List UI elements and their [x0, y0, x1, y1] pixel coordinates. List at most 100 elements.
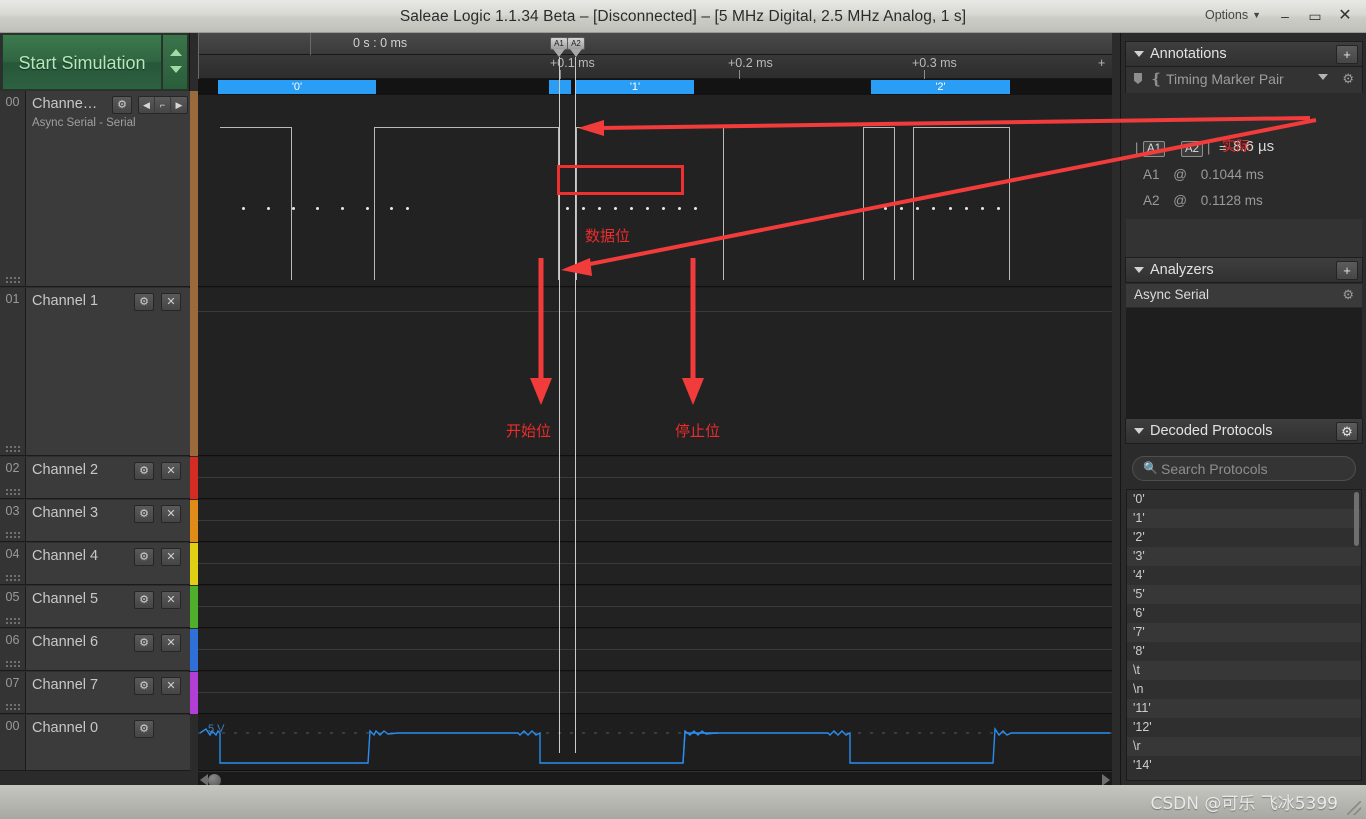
collapse-triangle-icon[interactable]	[1134, 428, 1144, 434]
channel-row-analog-00[interactable]: 00 Channel 0 ⚙	[0, 715, 190, 771]
list-item[interactable]: '1'	[1127, 509, 1361, 528]
channel-close-icon[interactable]: ✕	[161, 293, 181, 311]
list-item[interactable]: \t	[1127, 661, 1361, 680]
list-item[interactable]: '0'	[1127, 490, 1361, 509]
spinner-up-icon[interactable]	[170, 49, 182, 56]
drag-grip-icon[interactable]	[5, 617, 21, 624]
channel-close-icon[interactable]: ✕	[161, 677, 181, 695]
minimize-button[interactable]: –	[1272, 4, 1298, 28]
list-item[interactable]: '7'	[1127, 623, 1361, 642]
edge-nav-group[interactable]: ◀ ⌐ ▶	[138, 96, 188, 114]
analyzer-gear-icon[interactable]: ⚙	[1342, 287, 1354, 303]
close-button[interactable]: ✕	[1332, 4, 1358, 28]
waveform-lane-channel-5[interactable]	[198, 586, 1112, 628]
decoded-protocols-gear-button[interactable]: ⚙	[1336, 422, 1358, 441]
decoded-protocols-section-header[interactable]: Decoded Protocols ⚙	[1125, 418, 1363, 444]
start-simulation-button[interactable]: Start Simulation	[2, 34, 162, 90]
drag-grip-icon[interactable]	[5, 488, 21, 495]
list-item[interactable]: '4'	[1127, 566, 1361, 585]
decoded-frame-bar[interactable]: '1'	[576, 80, 694, 94]
analyzers-section-header[interactable]: Analyzers +	[1125, 257, 1363, 283]
edge-icon[interactable]: ⌐	[155, 97, 171, 113]
list-item[interactable]: '3'	[1127, 547, 1361, 566]
list-item[interactable]: '11'	[1127, 699, 1361, 718]
next-edge-icon[interactable]: ▶	[171, 97, 187, 113]
channel-row-00[interactable]: 00 Channe… Async Serial - Serial ⚙ ◀ ⌐ ▶	[0, 91, 190, 287]
waveform-pane[interactable]: 0 s : 0 ms +0.1 ms +0.2 ms +0.3 ms + '0'	[198, 33, 1112, 771]
waveform-lane-channel-0[interactable]	[198, 95, 1112, 287]
channel-row-04[interactable]: 04 Channel 4 ⚙ ✕	[0, 543, 190, 585]
list-item[interactable]: '5'	[1127, 585, 1361, 604]
drag-grip-icon[interactable]	[5, 574, 21, 581]
waveform-lane-channel-7[interactable]	[198, 672, 1112, 714]
channel-settings-gear-icon[interactable]: ⚙	[134, 548, 154, 566]
channel-close-icon[interactable]: ✕	[161, 634, 181, 652]
waveform-lane-channel-3[interactable]	[198, 500, 1112, 542]
drag-grip-icon[interactable]	[5, 276, 21, 283]
list-item[interactable]: \r	[1127, 737, 1361, 756]
waveform-lane-channel-4[interactable]	[198, 543, 1112, 585]
decoded-protocols-list[interactable]: '0' '1' '2' '3' '4' '5' '6' '7' '8' \t \…	[1126, 489, 1362, 781]
drag-grip-icon[interactable]	[5, 445, 21, 452]
annotations-section-header[interactable]: Annotations +	[1125, 41, 1363, 67]
channel-row-01[interactable]: 01 Channel 1 ⚙ ✕	[0, 288, 190, 456]
collapse-triangle-icon[interactable]	[1134, 267, 1144, 273]
channel-row-02[interactable]: 02 Channel 2 ⚙ ✕	[0, 457, 190, 499]
simulation-spinner[interactable]	[163, 34, 188, 90]
maximize-button[interactable]: ▭	[1302, 4, 1328, 28]
decoded-frame-bar[interactable]	[549, 80, 571, 94]
drag-grip-icon[interactable]	[5, 531, 21, 538]
list-item[interactable]: '12'	[1127, 718, 1361, 737]
gear-icon[interactable]: ⚙	[1342, 71, 1354, 87]
channel-row-07[interactable]: 07 Channel 7 ⚙ ✕	[0, 672, 190, 714]
spinner-down-icon[interactable]	[170, 66, 182, 73]
list-item[interactable]: \n	[1127, 680, 1361, 699]
list-item[interactable]: '2'	[1127, 528, 1361, 547]
channel-row-06[interactable]: 06 Channel 6 ⚙ ✕	[0, 629, 190, 671]
decoded-frame-bar[interactable]: '2'	[871, 80, 1010, 94]
channel-close-icon[interactable]: ✕	[161, 548, 181, 566]
channel-settings-gear-icon[interactable]: ⚙	[134, 591, 154, 609]
channel-settings-gear-icon[interactable]: ⚙	[134, 462, 154, 480]
search-protocols-input[interactable]: 🔍 Search Protocols	[1132, 456, 1356, 481]
list-item[interactable]: '14'	[1127, 756, 1361, 775]
channel-settings-gear-icon[interactable]: ⚙	[134, 293, 154, 311]
channel-close-icon[interactable]: ✕	[161, 505, 181, 523]
waveform-lane-channel-1[interactable]	[198, 288, 1112, 456]
options-menu[interactable]: Options ▼	[1205, 8, 1261, 22]
timing-marker-pair-row[interactable]: ❴ Timing Marker Pair ⚙	[1125, 67, 1363, 93]
decoded-frame-bar[interactable]: '0'	[218, 80, 376, 94]
a1-time-value: 0.1044 ms	[1200, 167, 1264, 182]
channel-settings-gear-icon[interactable]: ⚙	[134, 634, 154, 652]
collapse-triangle-icon[interactable]	[1134, 51, 1144, 57]
channel-index-label: 00	[5, 95, 20, 109]
drag-grip-icon[interactable]	[5, 703, 21, 710]
prev-edge-icon[interactable]: ◀	[139, 97, 155, 113]
search-placeholder: Search Protocols	[1161, 461, 1268, 477]
channel-close-icon[interactable]: ✕	[161, 591, 181, 609]
waveform-lane-channel-6[interactable]	[198, 629, 1112, 671]
list-item[interactable]: '8'	[1127, 642, 1361, 661]
analyzer-item-async-serial[interactable]: Async Serial ⚙	[1126, 284, 1362, 308]
channel-settings-gear-icon[interactable]: ⚙	[134, 505, 154, 523]
drag-grip-icon[interactable]	[5, 660, 21, 667]
waveform-lane-channel-2[interactable]	[198, 457, 1112, 499]
list-scrollbar[interactable]	[1354, 492, 1359, 546]
chevron-down-icon[interactable]	[1318, 74, 1328, 80]
timeline-header[interactable]: 0 s : 0 ms	[198, 33, 1112, 55]
channel-settings-gear-icon[interactable]: ⚙	[134, 720, 154, 738]
channel-settings-gear-icon[interactable]: ⚙	[112, 96, 132, 114]
channel-row-05[interactable]: 05 Channel 5 ⚙ ✕	[0, 586, 190, 628]
timing-marker-a2[interactable]: A2	[567, 37, 585, 57]
list-item[interactable]: '6'	[1127, 604, 1361, 623]
waveform-lane-analog-0[interactable]: 5 V	[198, 715, 1112, 771]
resize-grip-icon[interactable]	[1347, 801, 1361, 815]
channel-close-icon[interactable]: ✕	[161, 462, 181, 480]
channel-row-03[interactable]: 03 Channel 3 ⚙ ✕	[0, 500, 190, 542]
timing-marker-a1[interactable]: A1	[550, 37, 568, 57]
timeline-ruler[interactable]: +0.1 ms +0.2 ms +0.3 ms +	[198, 55, 1112, 79]
channel-sidebar: Start Simulation 00 Channe… Async Serial…	[0, 33, 198, 771]
add-annotation-button[interactable]: +	[1336, 45, 1358, 64]
channel-settings-gear-icon[interactable]: ⚙	[134, 677, 154, 695]
add-analyzer-button[interactable]: +	[1336, 261, 1358, 280]
